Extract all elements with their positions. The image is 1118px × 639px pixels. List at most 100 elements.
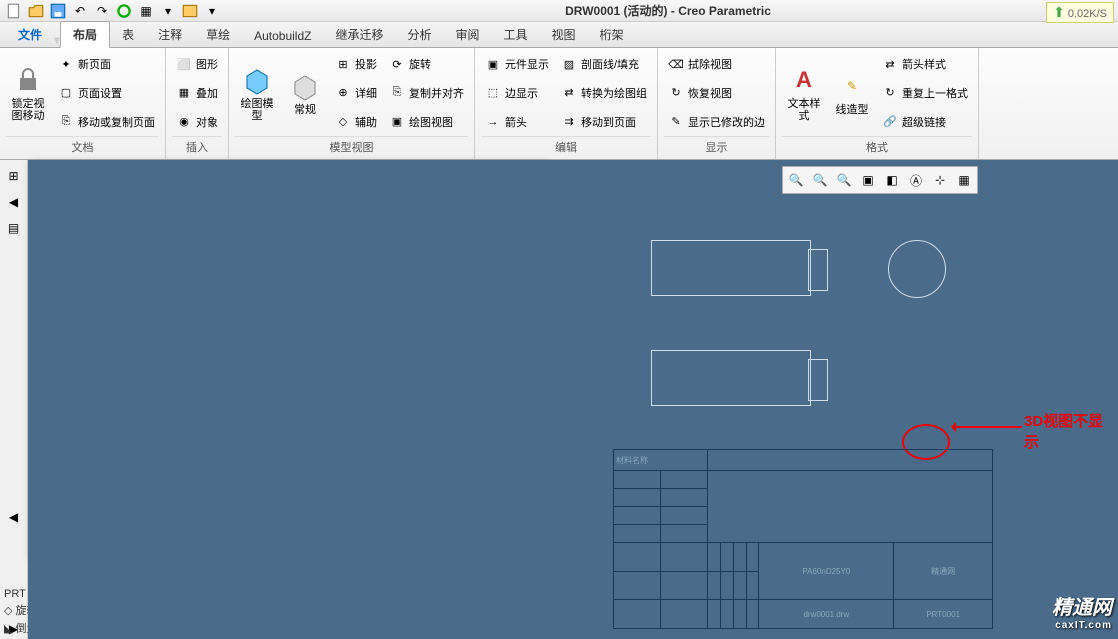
erase-view-button[interactable]: ⌫拭除视图: [664, 54, 769, 74]
ribbon-group-format: A 文本样式 ✎ 线造型 ⇄箭头样式 ↻重复上一格式 🔗超级链接 格式: [776, 48, 979, 159]
show-modified-button[interactable]: ✎显示已修改的边: [664, 112, 769, 132]
projection-button[interactable]: ⊞投影: [331, 54, 381, 74]
tab-view[interactable]: 视图: [540, 22, 588, 47]
tab-file[interactable]: 文件: [6, 22, 54, 47]
tab-layout[interactable]: 布局: [60, 21, 110, 48]
tab-table[interactable]: 表: [110, 22, 146, 47]
grid-icon[interactable]: ▦: [953, 169, 975, 191]
open-icon[interactable]: [26, 2, 46, 20]
ribbon-group-insert: ⬜图形 ▦叠加 ◉对象 插入: [166, 48, 229, 159]
undo-icon[interactable]: ↶: [70, 2, 90, 20]
restore-view-button[interactable]: ↻恢复视图: [664, 83, 769, 103]
layer-icon[interactable]: ▤: [4, 218, 24, 238]
zoom-in-icon[interactable]: 🔍: [809, 169, 831, 191]
select-icon[interactable]: ▦: [136, 2, 156, 20]
drawing-view-button[interactable]: ▣绘图视图: [385, 112, 468, 132]
lock-icon: [12, 64, 44, 96]
ribbon-group-edit: ▣元件显示 ⬚边显示 →箭头 ▨剖面线/填充 ⇄转换为绘图组 ⇉移动到页面 编辑: [475, 48, 658, 159]
window-title: DRW0001 (活动的) - Creo Parametric: [222, 2, 1114, 19]
redo-icon[interactable]: ↷: [92, 2, 112, 20]
move-to-page-button[interactable]: ⇉移动到页面: [557, 112, 651, 132]
ribbon-group-document: 锁定视图移动 ✦新页面 ▢页面设置 ⎘移动或复制页面 文档: [0, 48, 166, 159]
tab-tools[interactable]: 工具: [492, 22, 540, 47]
tab-frame[interactable]: 桁架: [588, 22, 636, 47]
copy-align-button[interactable]: ⎘复制并对齐: [385, 83, 468, 103]
drawing-view-2[interactable]: [651, 350, 811, 406]
collapse-left2-icon[interactable]: ◀: [4, 507, 24, 527]
arrow-style-button[interactable]: ⇄箭头样式: [878, 54, 972, 74]
new-icon[interactable]: [4, 2, 24, 20]
auxiliary-button[interactable]: ◇辅助: [331, 112, 381, 132]
arrows-button[interactable]: →箭头: [481, 112, 553, 132]
tab-autobuildz[interactable]: AutobuildZ: [242, 25, 323, 47]
general-view-button[interactable]: 常规: [283, 50, 327, 136]
graphic-button[interactable]: ⬜图形: [172, 54, 222, 74]
edge-display-button[interactable]: ⬚边显示: [481, 83, 553, 103]
ribbon: 锁定视图移动 ✦新页面 ▢页面设置 ⎘移动或复制页面 文档 ⬜图形 ▦叠加 ◉对…: [0, 48, 1118, 160]
tree-icon[interactable]: ⊞: [4, 166, 24, 186]
quick-access-toolbar: ↶ ↷ ▦ ▾ ▾: [4, 2, 222, 20]
repeat-format-button[interactable]: ↻重复上一格式: [878, 83, 972, 103]
object-icon: ◉: [176, 114, 192, 130]
graphic-icon: ⬜: [176, 56, 192, 72]
hyperlink-button[interactable]: 🔗超级链接: [878, 112, 972, 132]
rotate-button[interactable]: ⟳旋转: [385, 54, 468, 74]
erase-icon: ⌫: [668, 56, 684, 72]
rotate-icon: ⟳: [389, 56, 405, 72]
regen-icon[interactable]: [114, 2, 134, 20]
collapse-left-icon[interactable]: ◀: [4, 192, 24, 212]
annot-icon[interactable]: Ⓐ: [905, 169, 927, 191]
drawing-view-icon: ▣: [389, 114, 405, 130]
title-block[interactable]: 材料名称 PA60nD25Y0精通网 drw0001.drwPRT0001: [613, 449, 993, 629]
comp-display-icon: ▣: [485, 56, 501, 72]
object-button[interactable]: ◉对象: [172, 112, 222, 132]
drawing-view-circle[interactable]: [888, 240, 946, 298]
detailed-icon: ⊕: [335, 85, 351, 101]
modified-icon: ✎: [668, 114, 684, 130]
overlay-button[interactable]: ▦叠加: [172, 83, 222, 103]
line-style-button[interactable]: ✎ 线造型: [830, 50, 874, 136]
ribbon-tabs: 文件 ▾ 布局 表 注释 草绘 AutobuildZ 继承迁移 分析 审阅 工具…: [0, 22, 1118, 48]
link-icon: 🔗: [882, 114, 898, 130]
drawing-models-button[interactable]: 绘图模型: [235, 50, 279, 136]
move-copy-page-button[interactable]: ⎘移动或复制页面: [54, 112, 159, 132]
page-setup-icon: ▢: [58, 85, 74, 101]
title-bar: ↶ ↷ ▦ ▾ ▾ DRW0001 (活动的) - Creo Parametri…: [0, 0, 1118, 22]
hatch-button[interactable]: ▨剖面线/填充: [557, 54, 651, 74]
repeat-icon: ↻: [882, 85, 898, 101]
overlay-icon: ▦: [176, 85, 192, 101]
zoom-out-icon[interactable]: 🔍: [833, 169, 855, 191]
auxiliary-icon: ◇: [335, 114, 351, 130]
axis-icon[interactable]: ⊹: [929, 169, 951, 191]
comp-display-button[interactable]: ▣元件显示: [481, 54, 553, 74]
hatch-icon: ▨: [561, 56, 577, 72]
tab-analysis[interactable]: 分析: [396, 22, 444, 47]
lock-view-button[interactable]: 锁定视图移动: [6, 50, 50, 136]
general-view-icon: [289, 70, 321, 102]
annotation-arrow-2: [952, 426, 1022, 428]
tab-review[interactable]: 审阅: [444, 22, 492, 47]
convert-icon: ⇄: [561, 85, 577, 101]
zoom-fit-icon[interactable]: 🔍: [785, 169, 807, 191]
repaint-icon[interactable]: ▣: [857, 169, 879, 191]
drawing-view-1[interactable]: [651, 240, 811, 296]
convert-group-button[interactable]: ⇄转换为绘图组: [557, 83, 651, 103]
tab-legacy[interactable]: 继承迁移: [323, 22, 395, 47]
work-area: ⊞ ◀ ▤ ◀ ▶ PRT ◇ 旋转 1 ◣ 倒角 1 绘图模板错误信息 ✕ 文…: [0, 160, 1118, 639]
tab-sketch[interactable]: 草绘: [194, 22, 242, 47]
save-icon[interactable]: [48, 2, 68, 20]
drawing-canvas[interactable]: 🔍 🔍 🔍 ▣ ◧ Ⓐ ⊹ ▦ 3D视图不显示 材料名称 PA60nD25Y0精…: [28, 160, 1118, 639]
qat-more-icon[interactable]: ▾: [202, 2, 222, 20]
new-page-button[interactable]: ✦新页面: [54, 54, 159, 74]
line-style-icon: ✎: [836, 70, 868, 102]
detailed-button[interactable]: ⊕详细: [331, 83, 381, 103]
view-toolbar: 🔍 🔍 🔍 ▣ ◧ Ⓐ ⊹ ▦: [782, 166, 978, 194]
new-page-icon: ✦: [58, 56, 74, 72]
text-style-button[interactable]: A 文本样式: [782, 50, 826, 136]
window-icon[interactable]: ▾: [158, 2, 178, 20]
shade-icon[interactable]: ◧: [881, 169, 903, 191]
tab-annotate[interactable]: 注释: [146, 22, 194, 47]
close-win-icon[interactable]: [180, 2, 200, 20]
arrows-icon: →: [485, 114, 501, 130]
page-setup-button[interactable]: ▢页面设置: [54, 83, 159, 103]
